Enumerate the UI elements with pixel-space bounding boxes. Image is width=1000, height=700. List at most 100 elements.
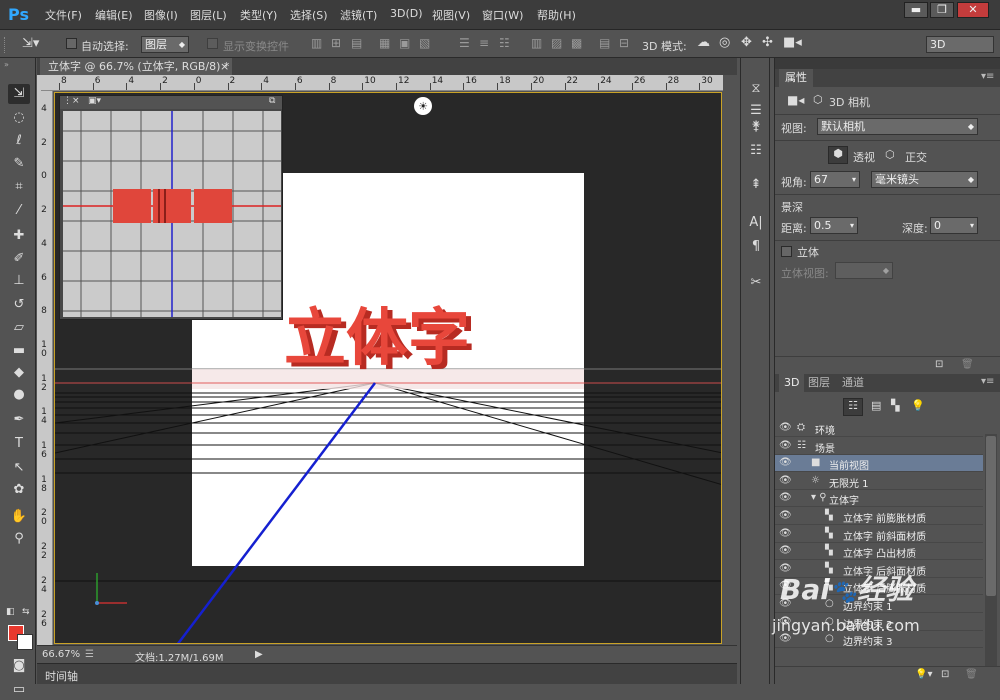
marquee-tool-icon[interactable]: ◌ [8,108,30,128]
stereo-checkbox[interactable] [781,246,792,257]
eyedropper-tool-icon[interactable]: ⁄ [8,201,30,221]
panel-menu-icon[interactable]: ▾≡ [981,376,994,387]
layer-row[interactable]: 👁 ☼ 无限光 1 [775,473,983,490]
document-tab[interactable]: 立体字 @ 66.7% (立体字, RGB/8) * × [40,58,232,75]
swap-colors-icon[interactable]: ⇆ [22,607,30,617]
distance-input[interactable]: 0.5 ▾ [810,217,858,234]
quick-mask-icon[interactable]: ◙ [8,656,30,676]
shape-tool-icon[interactable]: ✿ [8,480,30,500]
align-icon-0[interactable]: ▥ [311,36,322,50]
filter-materials-icon[interactable]: ▚ [891,399,899,412]
align-icon-9[interactable]: ▥ [531,36,542,50]
horizontal-ruler[interactable]: 8 6 4 2 0 2 4 6 8 10 12 14 16 18 20 22 24 26 28 30 [41,75,723,91]
align-icon-3[interactable]: ▦ [379,36,390,50]
crop-tool-icon[interactable]: ⌗ [8,177,30,197]
align-icon-8[interactable]: ☷ [499,36,510,50]
panel-menu-icon[interactable]: ▾≡ [981,71,994,82]
minimize-button[interactable]: ▬ [904,2,928,18]
visibility-eye-icon[interactable]: 👁 [779,440,792,451]
visibility-eye-icon[interactable]: 👁 [779,457,792,468]
menu-item-9[interactable]: 窗口(W) [482,7,523,23]
panel-collapse-bar[interactable] [775,58,1000,69]
layer-row[interactable]: 👁 ▾ ⚲ 立体字 [775,490,983,508]
menu-item-10[interactable]: 帮助(H) [537,7,576,23]
top-view-grid[interactable] [63,111,281,317]
paragraph-icon[interactable]: ¶ [747,238,765,256]
menu-item-6[interactable]: 滤镜(T) [340,7,377,23]
clone-source-icon[interactable]: ⇞ [747,176,765,194]
trash-icon[interactable]: 🗑 [965,669,978,680]
close-window-button[interactable]: ✕ [957,2,989,18]
depth-input[interactable]: 0 ▾ [930,217,978,234]
perspective-label[interactable]: 透视 [853,149,875,165]
axis-gizmo[interactable] [95,573,127,605]
align-icon-13[interactable]: ⊟ [619,36,629,50]
history-brush-tool-icon[interactable]: ↺ [8,295,30,315]
align-icon-10[interactable]: ▨ [551,36,562,50]
view-select[interactable]: 默认相机 ◆ [817,118,978,135]
pen-tool-icon[interactable]: ✒ [8,410,30,430]
secondary-view-panel[interactable]: ⋮ × ▣▾ ⧉ [59,95,283,320]
maximize-button[interactable]: ❐ [930,2,954,18]
status-info-icon[interactable]: ☰ [85,649,94,660]
workspace-select[interactable]: 3D [926,36,994,53]
default-colors-icon[interactable]: ◧ [6,607,15,617]
visibility-eye-icon[interactable]: 👁 [779,510,792,521]
filter-meshes-icon[interactable]: ▤ [871,399,881,412]
gradient-tool-icon[interactable]: ▬ [8,341,30,361]
zoom-level[interactable]: 66.67% [42,649,80,660]
background-color-swatch[interactable] [17,634,33,650]
quick-select-tool-icon[interactable]: ✎ [8,154,30,174]
lens-select[interactable]: 毫米镜头 ◆ [871,171,978,188]
scroll-thumb[interactable] [986,436,996,596]
roll-3d-icon[interactable]: ◎ [719,35,730,50]
collapse-icon[interactable]: » [4,60,9,69]
status-menu-arrow-icon[interactable]: ▶ [255,649,263,660]
brush-presets-icon[interactable]: ⚵ [747,118,765,136]
3d-text-front[interactable]: 立体字 [284,301,470,374]
tab-3d[interactable]: 3D [779,374,805,392]
view-select-icon[interactable]: ▣▾ [88,96,101,106]
layer-row[interactable]: 👁 ▚ 立体字 前膨胀材质 [775,508,983,525]
zoom-tool-icon[interactable]: ⚲ [8,529,30,549]
layer-row[interactable]: 👁 ■ 当前视图 [775,455,983,473]
hand-tool-icon[interactable]: ✋ [8,507,30,527]
lasso-tool-icon[interactable]: ℓ [8,131,30,151]
history-icon[interactable]: ⧖ [747,80,765,98]
stereo-view-select[interactable]: ◆ [835,262,893,279]
menu-item-7[interactable]: 3D(D) [390,7,423,20]
new-item-icon[interactable]: ⊡ [935,359,943,370]
visibility-eye-icon[interactable]: 👁 [779,545,792,556]
visibility-eye-icon[interactable]: 👁 [779,492,792,503]
orthographic-label[interactable]: 正交 [905,149,927,165]
fov-input[interactable]: 67 ▾ [810,171,860,188]
screen-mode-icon[interactable]: ▭ [8,680,30,700]
drag-3d-icon[interactable]: ✥ [741,35,752,50]
adjustments-icon[interactable]: ☷ [747,142,765,160]
auto-select-checkbox[interactable] [66,38,77,49]
visibility-eye-icon[interactable]: 👁 [779,422,792,433]
menu-item-0[interactable]: 文件(F) [45,7,82,23]
perspective-icon[interactable]: ⬢ [828,146,848,164]
path-select-tool-icon[interactable]: ↖ [8,458,30,478]
tools-preset-icon[interactable]: ✂ [747,274,765,292]
auto-select-dropdown[interactable]: 图层 ◆ [141,36,189,53]
menu-item-8[interactable]: 视图(V) [432,7,470,23]
vertical-ruler[interactable]: 4 2 0 2 4 6 8 1 0 1 2 1 4 1 6 1 8 2 0 2 2 2 4 2 6 [37,91,53,646]
tab-layers[interactable]: 图层 [803,374,835,392]
dodge-tool-icon[interactable]: ● [8,385,30,405]
align-icon-4[interactable]: ▣ [399,36,410,50]
healing-tool-icon[interactable]: ✚ [8,226,30,246]
align-icon-12[interactable]: ▤ [599,36,610,50]
rotate-3d-icon[interactable]: ☁ [697,35,710,50]
layer-row[interactable]: 👁 ▚ 立体字 前斜面材质 [775,526,983,543]
slide-3d-icon[interactable]: ✣ [762,35,773,50]
align-icon-11[interactable]: ▩ [571,36,582,50]
menu-item-5[interactable]: 选择(S) [290,7,328,23]
show-transform-checkbox[interactable] [207,38,218,49]
scale-3d-icon[interactable]: ■◂ [783,35,802,50]
close-secondary-view-icon[interactable]: × [72,96,80,106]
close-tab-icon[interactable]: × [220,58,229,75]
layer-row[interactable]: 👁 ▚ 立体字 凸出材质 [775,543,983,561]
orthographic-icon[interactable]: ⬡ [885,148,895,161]
